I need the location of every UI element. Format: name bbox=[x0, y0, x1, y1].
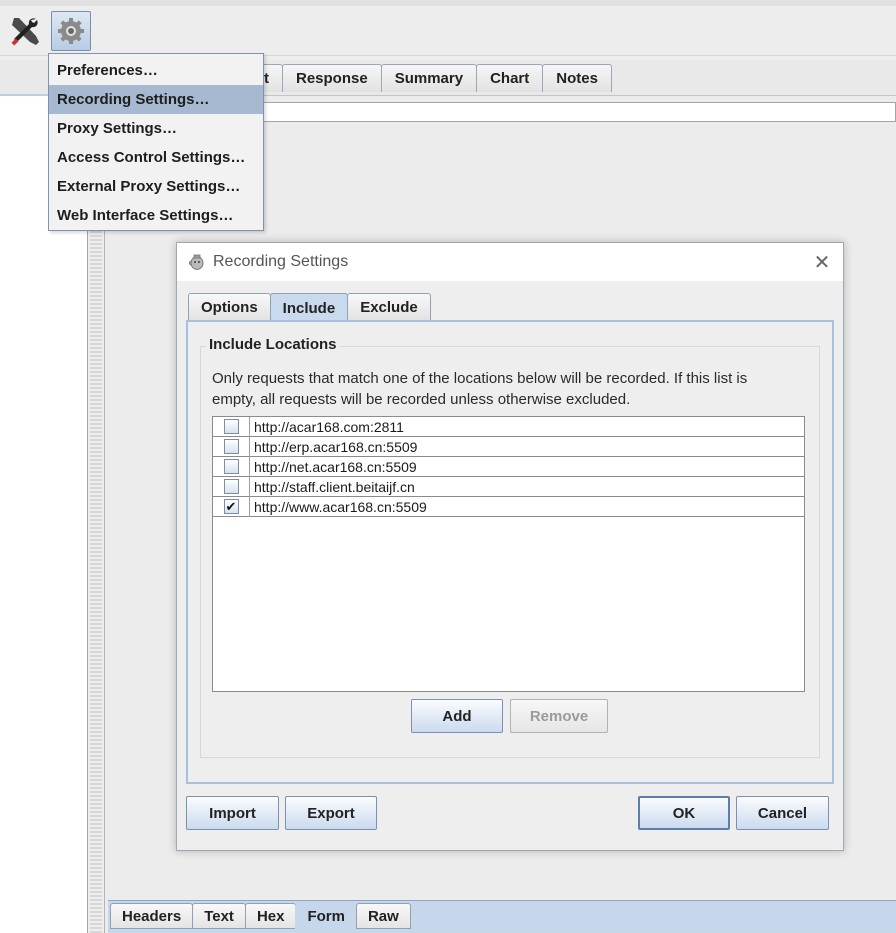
location-checkbox[interactable] bbox=[223, 459, 239, 474]
settings-button[interactable] bbox=[51, 11, 91, 51]
request-url-field[interactable] bbox=[262, 102, 896, 122]
tools-icon bbox=[11, 18, 39, 46]
toolbar bbox=[0, 0, 896, 56]
cancel-button[interactable]: Cancel bbox=[736, 796, 829, 830]
list-item[interactable]: http://acar168.com:2811 bbox=[213, 416, 804, 437]
list-item[interactable]: http://erp.acar168.cn:5509 bbox=[213, 436, 804, 457]
tab-text[interactable]: Text bbox=[192, 903, 246, 929]
tab-exclude[interactable]: Exclude bbox=[347, 293, 431, 321]
tab-chart[interactable]: Chart bbox=[476, 64, 544, 92]
location-checkbox[interactable] bbox=[223, 479, 239, 494]
location-url: http://erp.acar168.cn:5509 bbox=[254, 438, 418, 455]
menu-item-proxy-settings[interactable]: Proxy Settings… bbox=[49, 114, 263, 143]
settings-menu: Preferences… Recording Settings… Proxy S… bbox=[48, 53, 264, 231]
menu-item-access-control-settings[interactable]: Access Control Settings… bbox=[49, 143, 263, 172]
tab-summary[interactable]: Summary bbox=[380, 64, 478, 92]
import-button[interactable]: Import bbox=[186, 796, 279, 830]
menu-item-recording-settings[interactable]: Recording Settings… bbox=[49, 85, 263, 114]
tab-notes[interactable]: Notes bbox=[542, 64, 612, 92]
export-button[interactable]: Export bbox=[285, 796, 377, 830]
add-button[interactable]: Add bbox=[411, 699, 503, 733]
menu-item-preferences[interactable]: Preferences… bbox=[49, 56, 263, 85]
tab-options[interactable]: Options bbox=[188, 293, 271, 321]
include-locations-list[interactable]: http://acar168.com:2811 http://erp.acar1… bbox=[212, 416, 805, 692]
location-url: http://acar168.com:2811 bbox=[254, 418, 404, 435]
tab-include[interactable]: Include bbox=[269, 293, 349, 323]
location-url: http://www.acar168.cn:5509 bbox=[254, 498, 427, 515]
ok-button[interactable]: OK bbox=[638, 796, 730, 830]
detail-tabs: t Response Summary Chart Notes bbox=[250, 64, 612, 92]
list-item[interactable]: http://net.acar168.cn:5509 bbox=[213, 456, 804, 477]
location-checkbox[interactable] bbox=[223, 419, 239, 434]
bottom-tab-bar: Headers Text Hex Form Raw bbox=[108, 900, 896, 933]
list-item[interactable]: http://staff.client.beitaijf.cn bbox=[213, 476, 804, 497]
menu-item-external-proxy-settings[interactable]: External Proxy Settings… bbox=[49, 172, 263, 201]
tab-response[interactable]: Response bbox=[282, 64, 382, 92]
remove-button[interactable]: Remove bbox=[510, 699, 608, 733]
tab-raw[interactable]: Raw bbox=[355, 903, 411, 929]
group-title: Include Locations bbox=[206, 336, 340, 353]
location-checkbox[interactable] bbox=[223, 439, 239, 454]
tab-hex[interactable]: Hex bbox=[244, 903, 297, 929]
location-url: http://net.acar168.cn:5509 bbox=[254, 458, 417, 475]
list-item[interactable]: ✔ http://www.acar168.cn:5509 bbox=[213, 496, 804, 517]
charles-jug-icon bbox=[188, 254, 204, 270]
dialog-tabs: Options Include Exclude bbox=[188, 293, 431, 323]
dialog-title: Recording Settings bbox=[213, 253, 349, 270]
menu-item-web-interface-settings[interactable]: Web Interface Settings… bbox=[49, 201, 263, 230]
include-description: Only requests that match one of the loca… bbox=[212, 370, 748, 408]
gear-icon bbox=[58, 18, 84, 44]
tab-headers[interactable]: Headers bbox=[110, 903, 194, 929]
location-checkbox-checked[interactable]: ✔ bbox=[223, 499, 239, 514]
tab-form[interactable]: Form bbox=[295, 903, 357, 929]
dialog-title-bar[interactable]: Recording Settings ✕ bbox=[177, 243, 843, 281]
location-url: http://staff.client.beitaijf.cn bbox=[254, 478, 415, 495]
tools-button[interactable] bbox=[5, 11, 45, 51]
close-icon[interactable]: ✕ bbox=[811, 251, 833, 274]
